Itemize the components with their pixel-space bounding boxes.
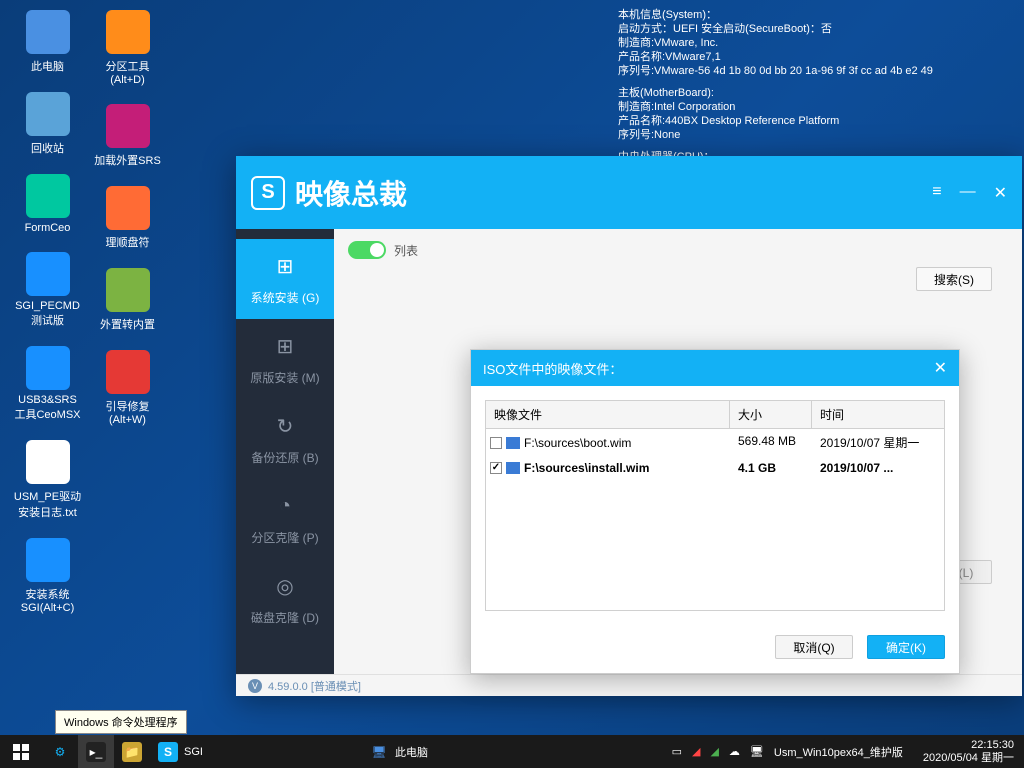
minimize-icon[interactable]: —	[960, 183, 976, 203]
version-icon: V	[248, 679, 262, 693]
tooltip: Windows 命令处理程序	[55, 710, 187, 734]
task-item[interactable]: 📁	[114, 735, 150, 768]
footer: V 4.59.0.0 [普通模式]	[236, 674, 1022, 696]
list-label: 列表	[394, 242, 418, 259]
desktop-icon[interactable]: 此电脑	[10, 10, 85, 74]
checkbox-icon[interactable]	[490, 437, 502, 449]
task-item[interactable]: ▸_	[78, 735, 114, 768]
taskbar: ⚙ ▸_ 📁 SSGI 🖥此电脑 ▭ ◢ ◢ ☁ 🖥 Usm_Win10pex6…	[0, 735, 1024, 768]
desktop-icon[interactable]: 引导修复 (Alt+W)	[90, 350, 165, 426]
sidebar-item[interactable]: ↻备份还原 (B)	[236, 399, 334, 479]
desktop-icon[interactable]: SGI_PECMD 测试版	[10, 252, 85, 328]
col-header-name[interactable]: 映像文件	[486, 401, 730, 428]
desktop-icon[interactable]: 理顺盘符	[90, 186, 165, 250]
tray-icon[interactable]: ☁	[729, 745, 740, 758]
menu-icon[interactable]: ≡	[932, 183, 941, 203]
file-icon	[506, 462, 520, 474]
sidebar: ⊞系统安装 (G)⊞原版安装 (M)↻备份还原 (B)◔分区克隆 (P)◎磁盘克…	[236, 229, 334, 674]
desktop-icon[interactable]: 回收站	[10, 92, 85, 156]
content-area: 列表 搜索(S) 浏览(L) 下一步(N) ISO文件中的映像文件： ✕ 映像文…	[334, 229, 1022, 674]
clock[interactable]: 22:15:30 2020/05/04 星期一	[923, 739, 1014, 765]
checkbox-icon[interactable]	[490, 462, 502, 474]
search-button[interactable]: 搜索(S)	[916, 267, 992, 291]
edition-label: Usm_Win10pex64_维护版	[774, 744, 913, 760]
task-item[interactable]: ⚙	[42, 735, 78, 768]
close-icon[interactable]: ✕	[994, 183, 1007, 203]
ok-button[interactable]: 确定(K)	[867, 635, 945, 659]
tray-icon[interactable]: ◢	[692, 745, 700, 758]
task-sgi[interactable]: SSGI	[150, 735, 211, 768]
task-explorer[interactable]: 🖥此电脑	[361, 735, 436, 768]
sidebar-item[interactable]: ◎磁盘克隆 (D)	[236, 559, 334, 639]
tray-icon[interactable]: ◢	[710, 745, 718, 758]
tray-icon[interactable]: ▭	[672, 745, 682, 758]
desktop-icon[interactable]: 外置转内置	[90, 268, 165, 332]
sidebar-item[interactable]: ⊞系统安装 (G)	[236, 239, 334, 319]
system-tray: ▭ ◢ ◢ ☁ 🖥 Usm_Win10pex64_维护版 22:15:30 20…	[672, 735, 1024, 768]
system-info-overlay: 本机信息(System)： 启动方式：UEFI 安全启动(SecureBoot)…	[618, 8, 933, 178]
table-row[interactable]: F:\sources\boot.wim569.48 MB2019/10/07 星…	[486, 429, 944, 456]
table-row[interactable]: F:\sources\install.wim4.1 GB2019/10/07 .…	[486, 456, 944, 480]
app-logo: S 映像总裁	[251, 173, 407, 213]
desktop-icon[interactable]: USB3&SRS 工具CeoMSX	[10, 346, 85, 422]
sidebar-item[interactable]: ⊞原版安装 (M)	[236, 319, 334, 399]
desktop-icon[interactable]: 分区工具 (Alt+D)	[90, 10, 165, 86]
modal-titlebar[interactable]: ISO文件中的映像文件： ✕	[471, 350, 959, 386]
titlebar[interactable]: S 映像总裁 ≡ — ✕	[236, 156, 1022, 229]
iso-modal: ISO文件中的映像文件： ✕ 映像文件 大小 时间 F:\sources\boo…	[470, 349, 960, 674]
desktop-icon[interactable]: 安装系统 SGI(Alt+C)	[10, 538, 85, 614]
modal-close-icon[interactable]: ✕	[934, 358, 947, 378]
start-button[interactable]	[0, 735, 42, 768]
desktop-icon[interactable]: 加载外置SRS	[90, 104, 165, 168]
sidebar-item[interactable]: ◔分区克隆 (P)	[236, 479, 334, 559]
file-icon	[506, 437, 520, 449]
cancel-button[interactable]: 取消(Q)	[775, 635, 853, 659]
main-window: S 映像总裁 ≡ — ✕ ⊞系统安装 (G)⊞原版安装 (M)↻备份还原 (B)…	[236, 156, 1022, 696]
col-header-size[interactable]: 大小	[730, 401, 812, 428]
desktop-icon[interactable]: USM_PE驱动 安装日志.txt	[10, 440, 85, 520]
tray-icon[interactable]: 🖥	[750, 745, 764, 758]
list-toggle[interactable]	[348, 241, 386, 259]
desktop-icon[interactable]: FormCeo	[10, 174, 85, 234]
file-table: 映像文件 大小 时间 F:\sources\boot.wim569.48 MB2…	[485, 400, 945, 611]
col-header-date[interactable]: 时间	[812, 401, 944, 428]
